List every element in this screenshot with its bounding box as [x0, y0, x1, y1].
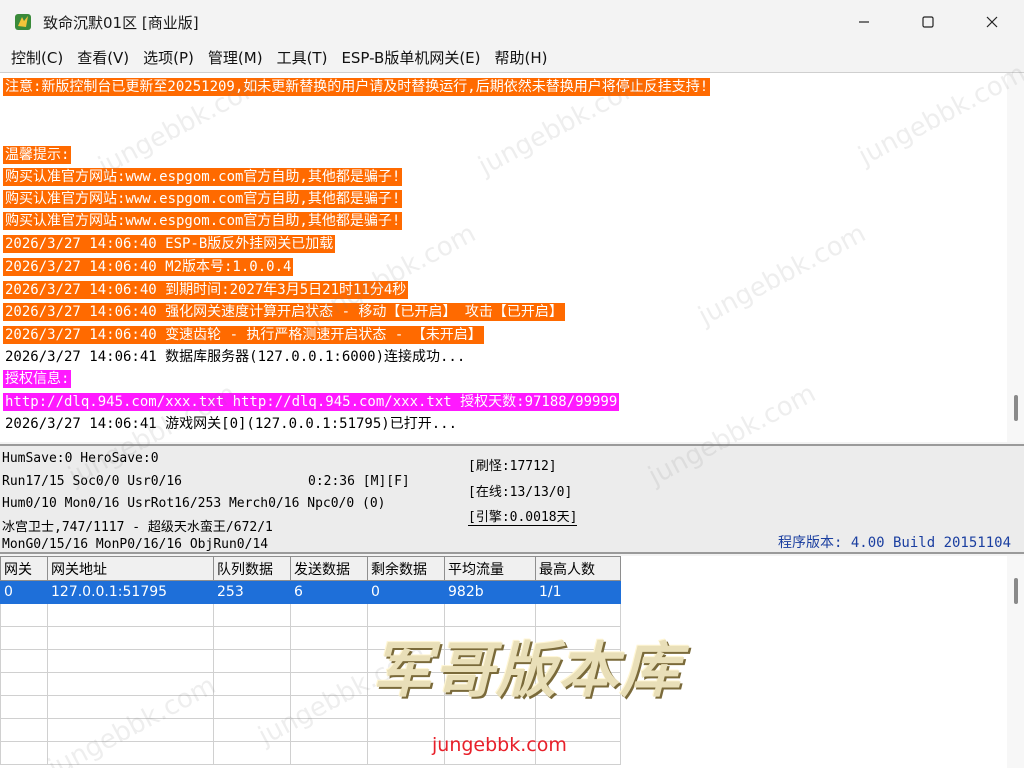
log-line: 2026/3/27 14:06:41 游戏网关[0](127.0.0.1:517…: [3, 413, 459, 435]
cell-queue-data: 253: [213, 580, 291, 604]
col-send-data[interactable]: 发送数据: [290, 556, 368, 581]
col-gateway-address[interactable]: 网关地址: [47, 556, 214, 581]
menu-help[interactable]: 帮助(H): [488, 44, 555, 72]
grid-scrollbar-thumb[interactable]: [1014, 578, 1018, 604]
menu-options[interactable]: 选项(P): [136, 44, 201, 72]
log-line-text: 2026/3/27 14:06:40 ESP-B版反外挂网关已加载: [3, 235, 336, 253]
log-line: 购买认准官方网站:www.espgom.com官方自助,其他都是骗子!: [3, 188, 403, 210]
cell-gateway: 0: [0, 580, 48, 604]
window-controls: [832, 0, 1024, 44]
brand-logo: 军哥版本库: [372, 636, 682, 706]
maximize-button[interactable]: [896, 0, 960, 44]
log-line: 2026/3/27 14:06:41 数据库服务器(127.0.0.1:6000…: [3, 346, 467, 368]
col-queue-data[interactable]: 队列数据: [213, 556, 291, 581]
log-scrollbar-thumb[interactable]: [1014, 395, 1018, 421]
status-mon: MonG0/15/16 MonP0/16/16 ObjRun0/14: [2, 537, 269, 552]
cell-max-users: 1/1: [535, 580, 621, 604]
log-line: 2026/3/27 14:06:40 强化网关速度计算开启状态 - 移动【已开启…: [3, 301, 565, 323]
menu-view[interactable]: 查看(V): [70, 44, 136, 72]
grid-scrollbar[interactable]: [1007, 556, 1024, 768]
window-title: 致命沉默01区 [商业版]: [43, 13, 199, 32]
menu-bar: 控制(C) 查看(V) 选项(P) 管理(M) 工具(T) ESP-B版单机网关…: [0, 44, 1024, 72]
log-line: 2026/3/27 14:06:40 变速齿轮 - 执行严格测速开启状态 - 【…: [3, 324, 484, 346]
minimize-button[interactable]: [832, 0, 896, 44]
status-boss: 冰宫卫士,747/1117 - 超级天水蛮王/672/1: [2, 520, 273, 535]
col-max-users[interactable]: 最高人数: [535, 556, 621, 581]
log-line: 2026/3/27 14:06:40 ESP-B版反外挂网关已加载: [3, 233, 336, 255]
table-header-row: 网关 网关地址 队列数据 发送数据 剩余数据 平均流量 最高人数: [0, 556, 621, 581]
minimize-icon: [859, 21, 869, 23]
cell-remaining-data: 0: [367, 580, 445, 604]
log-line: 2026/3/27 14:06:40 M2版本号:1.0.0.4: [3, 256, 294, 278]
menu-manage[interactable]: 管理(M): [201, 44, 270, 72]
menu-tools[interactable]: 工具(T): [270, 44, 335, 72]
log-line-text: 2026/3/27 14:06:40 强化网关速度计算开启状态 - 移动【已开启…: [3, 303, 565, 321]
log-line: 授权信息:: [3, 368, 72, 390]
title-bar: 致命沉默01区 [商业版]: [0, 0, 1024, 44]
close-icon: [986, 16, 998, 28]
col-gateway[interactable]: 网关: [0, 556, 48, 581]
log-line-text: 购买认准官方网站:www.espgom.com官方自助,其他都是骗子!: [3, 212, 403, 230]
app-icon: [15, 14, 31, 30]
maximize-icon: [922, 16, 934, 28]
log-line-text: 授权信息:: [3, 370, 72, 388]
log-line: 购买认准官方网站:www.espgom.com官方自助,其他都是骗子!: [3, 166, 403, 188]
table-row[interactable]: 0 127.0.0.1:51795 253 6 0 982b 1/1: [0, 580, 621, 604]
status-engine: [引擎:0.0018天]: [468, 506, 578, 526]
status-hum: Hum0/10 Mon0/16 UsrRot16/253 Merch0/16 N…: [2, 496, 386, 511]
log-line-text: 温馨提示:: [3, 146, 72, 164]
status-timer: 0:2:36 [M][F]: [308, 474, 410, 489]
log-line-text: 购买认准官方网站:www.espgom.com官方自助,其他都是骗子!: [3, 190, 403, 208]
brand-url: jungebbk.com: [432, 734, 567, 756]
log-scrollbar[interactable]: [1007, 73, 1024, 442]
col-remaining-data[interactable]: 剩余数据: [367, 556, 445, 581]
log-line-text: 购买认准官方网站:www.espgom.com官方自助,其他都是骗子!: [3, 168, 403, 186]
menu-esp-gateway[interactable]: ESP-B版单机网关(E): [334, 44, 487, 72]
log-line-text: 2026/3/27 14:06:40 变速齿轮 - 执行严格测速开启状态 - 【…: [3, 326, 484, 344]
status-online: [在线:13/13/0]: [468, 485, 573, 500]
program-version: 程序版本: 4.00 Build 20151104: [778, 535, 1012, 551]
cell-gateway-address: 127.0.0.1:51795: [47, 580, 214, 604]
status-refresh: [刷怪:17712]: [468, 459, 557, 474]
menu-control[interactable]: 控制(C): [4, 44, 70, 72]
log-line-text: http://dlq.945.com/xxx.txt http://dlq.94…: [3, 393, 620, 411]
log-line: 购买认准官方网站:www.espgom.com官方自助,其他都是骗子!: [3, 210, 403, 232]
log-line-text: 2026/3/27 14:06:40 M2版本号:1.0.0.4: [3, 258, 294, 276]
close-button[interactable]: [960, 0, 1024, 44]
col-avg-traffic[interactable]: 平均流量: [444, 556, 536, 581]
cell-send-data: 6: [290, 580, 368, 604]
log-line: http://dlq.945.com/xxx.txt http://dlq.94…: [3, 391, 620, 413]
status-panel: HumSave:0 HeroSave:0 Run17/15 Soc0/0 Usr…: [0, 444, 1024, 554]
log-line-text: 2026/3/27 14:06:41 游戏网关[0](127.0.0.1:517…: [5, 416, 458, 432]
cell-avg-traffic: 982b: [444, 580, 536, 604]
log-line: 温馨提示:: [3, 144, 72, 166]
log-line-text: 2026/3/27 14:06:41 数据库服务器(127.0.0.1:6000…: [5, 349, 466, 365]
